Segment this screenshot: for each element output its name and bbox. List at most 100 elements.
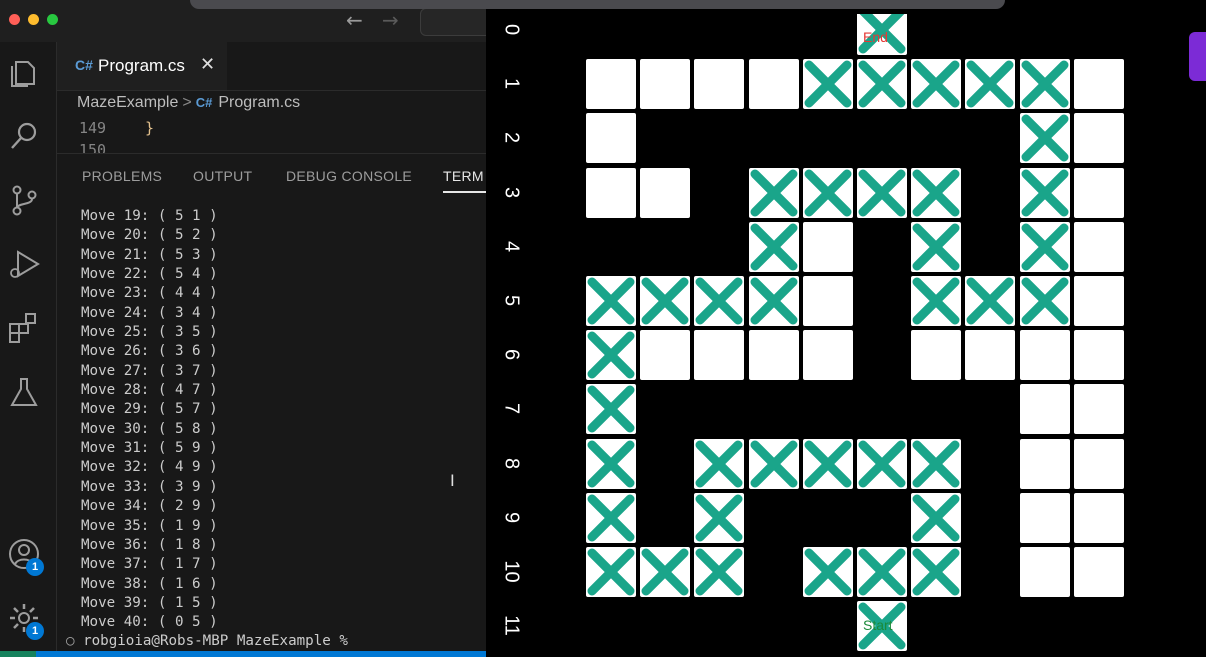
terminal-line: Move 38: ( 1 6 ) xyxy=(81,575,218,592)
maze-cell xyxy=(1019,438,1070,489)
settings-badge: 1 xyxy=(26,622,44,640)
x-mark-icon xyxy=(587,385,635,433)
maze-cell xyxy=(1073,221,1124,272)
x-mark-icon xyxy=(912,60,960,108)
tab-problems[interactable]: PROBLEMS xyxy=(82,168,162,184)
maze-cell xyxy=(802,221,853,272)
terminal-line: Move 33: ( 3 9 ) xyxy=(81,478,218,495)
maze-cell xyxy=(640,167,691,218)
forward-arrow-icon[interactable]: → xyxy=(382,8,399,32)
chevron-right-icon: > xyxy=(182,94,192,111)
back-arrow-icon[interactable]: ← xyxy=(346,8,363,32)
terminal-line: Move 22: ( 5 4 ) xyxy=(81,266,218,283)
row-label: 2 xyxy=(500,132,523,144)
row-label: 0 xyxy=(500,23,523,36)
maze-cell xyxy=(694,59,745,110)
side-panel-tab[interactable] xyxy=(1189,32,1206,81)
terminal-line: Move 29: ( 5 7 ) xyxy=(81,401,218,418)
remote-indicator[interactable] xyxy=(0,651,36,657)
maze-cell xyxy=(586,113,636,164)
x-mark-icon xyxy=(587,494,635,542)
x-mark-icon xyxy=(1021,223,1069,271)
x-mark-icon xyxy=(1021,169,1069,217)
breadcrumb-file[interactable]: Program.cs xyxy=(218,94,300,111)
close-tab-icon[interactable]: ✕ xyxy=(200,54,215,75)
maze-cell xyxy=(802,276,853,326)
maze-cell xyxy=(1073,438,1124,489)
tab-program-cs[interactable]: C# Program.cs ✕ xyxy=(57,42,227,90)
browser-address-bar xyxy=(190,0,1005,9)
row-label: 5 xyxy=(500,294,523,307)
x-mark-icon xyxy=(641,277,689,325)
terminal-line: Move 36: ( 1 8 ) xyxy=(81,536,218,553)
maze-cell xyxy=(586,59,636,110)
active-tab-indicator xyxy=(443,191,486,193)
x-mark-icon xyxy=(912,277,960,325)
x-mark-icon xyxy=(912,494,960,542)
maze-cell xyxy=(1073,113,1124,164)
terminal-line: Move 37: ( 1 7 ) xyxy=(81,556,218,573)
x-mark-icon xyxy=(1021,114,1069,162)
search-icon[interactable] xyxy=(6,118,42,154)
maze-cell xyxy=(802,330,853,381)
row-label: 3 xyxy=(500,186,523,198)
terminal-line: Move 21: ( 5 3 ) xyxy=(81,246,218,263)
x-mark-icon xyxy=(587,548,635,596)
x-mark-icon xyxy=(912,223,960,271)
testing-icon[interactable] xyxy=(6,374,42,410)
x-mark-icon xyxy=(804,548,852,596)
editor-tab-bar: C# Program.cs ✕ xyxy=(57,42,486,91)
tab-label: Program.cs xyxy=(98,56,185,75)
terminal-output[interactable]: Move 19: ( 5 1 ) Move 20: ( 5 2 ) Move 21:… xyxy=(81,207,218,633)
x-mark-icon xyxy=(695,440,743,488)
terminal-line: Move 31: ( 5 9 ) xyxy=(81,440,218,457)
command-center-search[interactable] xyxy=(420,8,486,36)
x-mark-icon xyxy=(966,60,1014,108)
maze-cell xyxy=(1073,384,1124,435)
terminal-line: Move 25: ( 3 5 ) xyxy=(81,324,218,341)
maze-cell xyxy=(1073,492,1124,543)
x-mark-icon xyxy=(804,440,852,488)
terminal-line: Move 34: ( 2 9 ) xyxy=(81,498,218,515)
row-label: 9 xyxy=(500,511,523,523)
x-mark-icon xyxy=(858,60,906,108)
code-editor[interactable]: 149 } 150 xyxy=(57,117,486,153)
close-window-button[interactable] xyxy=(9,14,20,25)
minimize-window-button[interactable] xyxy=(28,14,39,25)
zoom-window-button[interactable] xyxy=(47,14,58,25)
terminal-line: Move 27: ( 3 7 ) xyxy=(81,362,218,379)
files-icon[interactable] xyxy=(6,54,42,90)
terminal-prompt-line[interactable]: ○ robgioia@Robs-MBP MazeExample % xyxy=(66,633,348,649)
x-mark-icon xyxy=(858,440,906,488)
maze-canvas: 0 1 2 3 4 5 6 7 8 9 10 11 End Start xyxy=(486,14,1206,657)
terminal-line: Move 30: ( 5 8 ) xyxy=(81,420,218,437)
row-label: 1 xyxy=(500,78,523,90)
x-mark-icon xyxy=(641,548,689,596)
row-label: 11 xyxy=(500,615,523,637)
row-label: 7 xyxy=(500,403,523,415)
tab-debug-console[interactable]: DEBUG CONSOLE xyxy=(286,168,412,184)
maze-cell xyxy=(1019,492,1070,543)
breadcrumb-folder[interactable]: MazeExample xyxy=(77,94,178,111)
x-mark-icon xyxy=(695,548,743,596)
terminal-line: Move 23: ( 4 4 ) xyxy=(81,285,218,302)
x-mark-icon xyxy=(750,169,798,217)
status-bar xyxy=(0,651,486,657)
extensions-icon[interactable] xyxy=(6,310,42,346)
tab-output[interactable]: OUTPUT xyxy=(193,168,252,184)
x-mark-icon xyxy=(587,277,635,325)
run-debug-icon[interactable] xyxy=(6,246,42,282)
tab-terminal[interactable]: TERM xyxy=(443,168,484,184)
code-line: } xyxy=(145,119,155,137)
row-label: 6 xyxy=(500,349,523,361)
source-control-icon[interactable] xyxy=(6,182,42,218)
x-mark-icon xyxy=(966,277,1014,325)
terminal-line: Move 24: ( 3 4 ) xyxy=(81,304,218,321)
panel-divider[interactable] xyxy=(57,153,486,154)
x-mark-icon xyxy=(695,494,743,542)
maze-cell xyxy=(1073,167,1124,218)
x-mark-icon xyxy=(804,169,852,217)
maze-cell xyxy=(1073,547,1124,597)
x-mark-icon xyxy=(912,169,960,217)
csharp-file-icon: C# xyxy=(75,57,93,73)
